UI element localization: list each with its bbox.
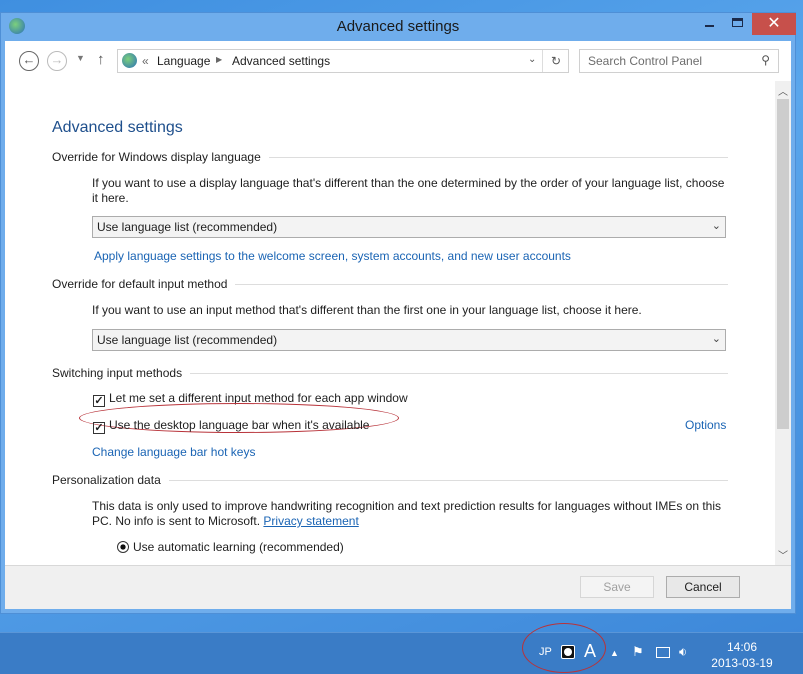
privacy-statement-link[interactable]: Privacy statement (263, 514, 358, 528)
up-button[interactable]: ↑ (97, 51, 105, 68)
section-title: Switching input methods (52, 366, 183, 380)
section-input-method: Override for default input method (52, 277, 728, 291)
settings-content: Advanced settings Override for Windows d… (5, 81, 775, 565)
scroll-down-icon[interactable]: ﹀ (778, 547, 788, 562)
breadcrumb-advanced-settings[interactable]: Advanced settings (232, 54, 330, 68)
refresh-icon: ↻ (550, 54, 562, 68)
show-hidden-icons-icon[interactable]: ▲ (610, 648, 619, 658)
description-text: This data is only used to improve handwr… (92, 499, 722, 528)
automatic-learning-radio[interactable]: Use automatic learning (recommended) (117, 540, 344, 554)
input-method-description: If you want to use an input method that'… (92, 303, 642, 317)
forward-button[interactable]: → (47, 51, 67, 71)
checkbox-label: Use the desktop language bar when it's a… (109, 418, 370, 432)
refresh-button[interactable]: ↻ (542, 50, 569, 72)
close-button[interactable]: ✕ (752, 13, 796, 35)
navigation-bar: ← → ▼ ↑ « Language ▶ Advanced settings ⌄… (5, 41, 791, 81)
network-icon[interactable] (656, 647, 670, 658)
clock-date: 2013-03-19 (711, 656, 773, 670)
search-input[interactable]: Search Control Panel ⚲ (579, 49, 779, 73)
scroll-up-icon[interactable]: ︿ (778, 83, 788, 98)
radio-label: Use automatic learning (recommended) (133, 540, 344, 554)
up-arrow-icon: ↑ (97, 51, 105, 68)
options-link[interactable]: Options (685, 418, 726, 432)
section-personalization: Personalization data (52, 473, 728, 487)
close-icon: ✕ (767, 15, 781, 32)
control-panel-window: Advanced settings ✕ ← → ▼ ↑ « Language ▶… (0, 12, 796, 614)
personalization-description: This data is only used to improve handwr… (92, 499, 732, 529)
radio-selected-icon (117, 541, 129, 553)
desktop-language-bar-checkbox[interactable]: ✓ Use the desktop language bar when it's … (93, 418, 369, 434)
maximize-icon (731, 18, 743, 27)
title-bar[interactable]: Advanced settings ✕ (1, 13, 796, 41)
checkbox-checked-icon: ✓ (93, 395, 105, 407)
window-title: Advanced settings (336, 18, 460, 35)
page-title: Advanced settings (52, 119, 183, 136)
minimize-icon (704, 25, 714, 27)
language-icon (122, 53, 137, 68)
cancel-button[interactable]: Cancel (666, 576, 740, 598)
dialog-footer: Save Cancel (5, 565, 791, 609)
select-value: Use language list (recommended) (97, 333, 278, 347)
section-title: Override for default input method (52, 277, 228, 291)
apply-language-settings-link[interactable]: Apply language settings to the welcome s… (94, 249, 571, 263)
chevron-down-icon: ⌄ (711, 220, 721, 232)
maximize-button[interactable] (724, 13, 750, 35)
save-button[interactable]: Save (580, 576, 654, 598)
section-title: Override for Windows display language (52, 150, 261, 164)
breadcrumb-separator-icon: ▶ (216, 55, 223, 64)
ime-icon[interactable] (561, 645, 575, 659)
language-indicator[interactable]: JP (539, 646, 552, 658)
chevron-down-icon: ▼ (76, 53, 85, 63)
vertical-scrollbar[interactable]: ︿ ﹀ (775, 81, 791, 565)
checkbox-checked-icon: ✓ (93, 422, 105, 434)
address-bar[interactable]: « Language ▶ Advanced settings ⌄ ↻ (117, 49, 569, 73)
forward-arrow-icon: → (50, 52, 64, 67)
section-display-language: Override for Windows display language (52, 150, 728, 164)
overflow-chevron-icon: « (142, 54, 149, 68)
search-placeholder: Search Control Panel (588, 54, 703, 68)
back-button[interactable]: ← (19, 51, 39, 71)
minimize-button[interactable] (696, 13, 722, 35)
select-value: Use language list (recommended) (97, 220, 278, 234)
recent-locations-button[interactable]: ▼ (76, 53, 85, 63)
address-dropdown-button[interactable]: ⌄ (528, 54, 536, 65)
breadcrumb-language[interactable]: Language (157, 54, 210, 68)
chevron-down-icon: ⌄ (711, 333, 721, 345)
clock-time: 14:06 (726, 640, 758, 654)
clock[interactable]: 14:06 2013-03-19 (708, 639, 776, 671)
display-language-select[interactable]: Use language list (recommended) ⌄ (92, 216, 726, 238)
section-switching-input-methods: Switching input methods (52, 366, 728, 380)
display-language-description: If you want to use a display language th… (92, 176, 725, 205)
section-title: Personalization data (52, 473, 161, 487)
ime-mode-indicator[interactable]: A (584, 641, 596, 662)
volume-icon[interactable]: 🔉︎ (679, 644, 687, 660)
input-method-select[interactable]: Use language list (recommended) ⌄ (92, 329, 726, 351)
back-arrow-icon: ← (22, 52, 36, 67)
search-icon: ⚲ (761, 53, 770, 67)
client-area: ← → ▼ ↑ « Language ▶ Advanced settings ⌄… (5, 41, 791, 609)
action-center-flag-icon[interactable]: ⚑ (632, 644, 644, 660)
taskbar: JP A ▲ ⚑ 🔉︎ 14:06 2013-03-19 (0, 623, 803, 674)
scrollbar-thumb[interactable] (777, 99, 789, 429)
change-hot-keys-link[interactable]: Change language bar hot keys (92, 445, 255, 459)
